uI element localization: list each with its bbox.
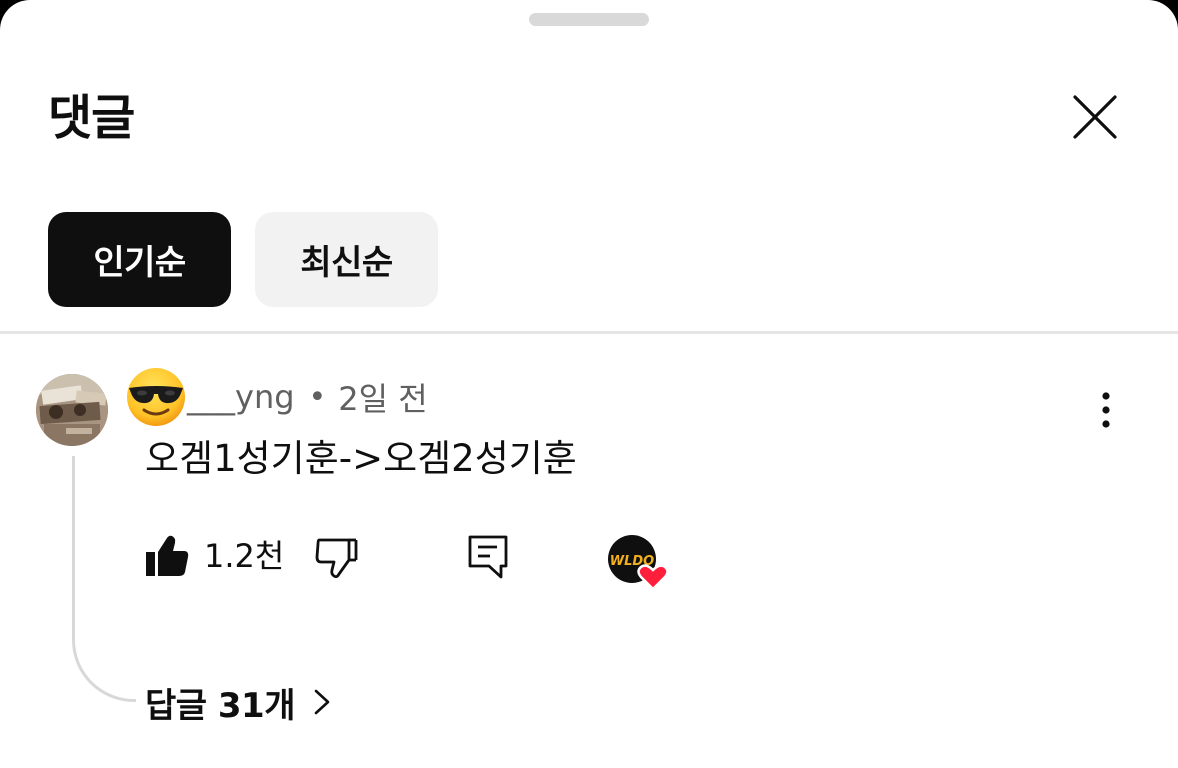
sheet-title: 댓글 (48, 90, 135, 146)
thumbs-up-filled-icon[interactable] (143, 532, 191, 580)
chevron-right-icon (314, 689, 330, 715)
creator-heart-badge: WLDO (608, 535, 669, 591)
heart-icon (637, 564, 669, 591)
smiling-face-with-sunglasses-icon (127, 368, 185, 426)
view-replies-button[interactable]: 답글 31개 (145, 676, 335, 728)
comment-icon[interactable] (464, 532, 512, 582)
drag-handle[interactable] (529, 13, 649, 26)
sort-chip-top[interactable]: 인기순 (48, 212, 231, 307)
replies-count-label: 답글 31개 (145, 685, 296, 726)
comments-sheet: 댓글 인기순 최신순 ___yng • 2일 전 오겜1성기훈->오겜2성기훈 … (0, 0, 1178, 768)
comment-header: ___yng • 2일 전 (125, 368, 428, 426)
comment-time: 2일 전 (338, 380, 428, 418)
meta-separator: • (308, 379, 327, 415)
comment-text: 오겜1성기훈->오겜2성기훈 (145, 437, 577, 480)
divider (0, 331, 1178, 334)
sort-chip-newest[interactable]: 최신순 (255, 212, 438, 307)
like-count: 1.2천 (204, 537, 285, 575)
close-icon[interactable] (1068, 90, 1122, 144)
comment-author[interactable]: ___yng (187, 378, 295, 416)
avatar[interactable] (36, 374, 108, 446)
thumbs-down-outline-icon[interactable] (312, 534, 360, 582)
more-vert-icon[interactable] (1090, 388, 1122, 432)
reply-thread-line (72, 456, 136, 702)
